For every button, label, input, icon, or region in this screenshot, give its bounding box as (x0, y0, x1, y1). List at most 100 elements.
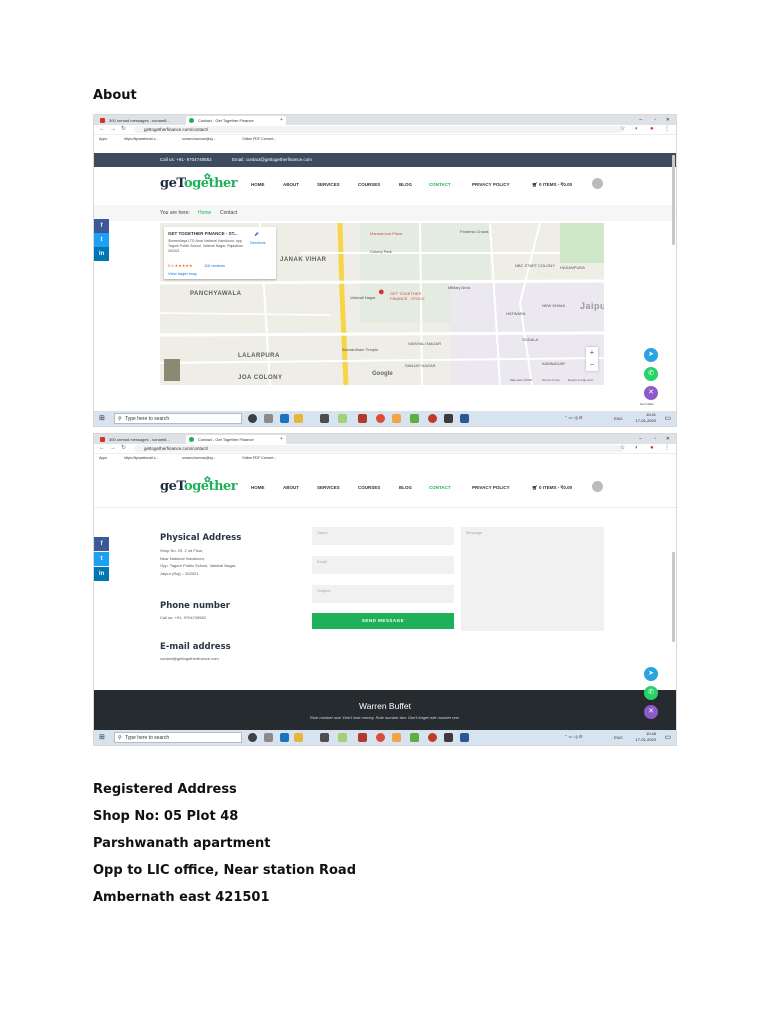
taskbar-app-icon[interactable] (410, 414, 419, 423)
language-indicator[interactable]: ENG (614, 735, 623, 740)
send-message-button[interactable]: SEND MESSAGE (312, 613, 454, 629)
menu-dots-icon[interactable]: ⋮ (664, 444, 670, 453)
new-tab-icon[interactable]: + (280, 434, 283, 444)
twitter-share-icon[interactable]: t (94, 552, 109, 566)
map-report-link[interactable]: Report a map error (568, 378, 593, 382)
bookmark-apps[interactable]: Apps (99, 135, 107, 143)
notification-icon[interactable]: ▭ (664, 414, 671, 422)
star-icon[interactable]: ☆ (620, 444, 625, 453)
word-icon[interactable] (460, 414, 469, 423)
page-scrollbar[interactable] (672, 155, 675, 245)
windows-start-icon[interactable]: ⊞ (99, 734, 105, 741)
message-field[interactable]: Message (461, 527, 604, 631)
taskbar-app-icon[interactable] (428, 733, 437, 742)
new-tab-icon[interactable]: + (280, 115, 283, 125)
minimize-icon[interactable]: – (639, 115, 642, 125)
nav-courses[interactable]: COURSES (358, 485, 380, 490)
taskbar-app-icon[interactable] (320, 733, 329, 742)
taskbar-search[interactable]: ⚲ Type here to search (114, 732, 242, 743)
taskbar-search[interactable]: ⚲ Type here to search (114, 413, 242, 424)
nav-contact[interactable]: CONTACT (429, 182, 451, 187)
map-terms-link[interactable]: Terms of Use (542, 378, 560, 382)
edge-icon[interactable] (280, 414, 289, 423)
star-icon[interactable]: ☆ (620, 125, 625, 134)
nav-blog[interactable]: BLOG (399, 182, 412, 187)
taskbar-app-icon[interactable] (320, 414, 329, 423)
site-logo[interactable]: geTogether ✿ (160, 171, 238, 191)
close-chat-icon[interactable]: ✕ (644, 705, 658, 719)
site-call[interactable]: Call us: +91- 9704749552 (160, 153, 212, 167)
system-tray-icons[interactable]: ⌃ ▭ ◁) ☰ (564, 734, 582, 739)
bookmark-sonam[interactable]: sonam.humvan@sy... (182, 135, 216, 143)
facebook-share-icon[interactable]: f (94, 537, 109, 551)
directions-icon[interactable]: ⬈ (254, 231, 259, 238)
taskbar-clock[interactable]: 10:41 17-01-2020 (636, 412, 656, 424)
search-icon[interactable] (592, 481, 603, 492)
chrome-icon[interactable] (376, 414, 385, 423)
name-field[interactable]: Name (312, 527, 454, 545)
subject-field[interactable]: Subject (312, 585, 454, 603)
close-window-icon[interactable]: ✕ (666, 434, 670, 444)
profile-icon[interactable]: ● (650, 125, 654, 134)
task-view-icon[interactable] (248, 733, 257, 742)
zoom-out-icon[interactable]: − (586, 359, 598, 371)
nav-about[interactable]: ABOUT (283, 182, 299, 187)
back-icon[interactable]: ← (99, 444, 105, 453)
linkedin-share-icon[interactable]: in (94, 567, 109, 581)
minimize-icon[interactable]: – (639, 434, 642, 444)
tab-contact[interactable]: Contact - Get Together Finance (186, 435, 286, 444)
taskbar-app-icon[interactable] (410, 733, 419, 742)
phone-text[interactable]: Call us: +91- 9704749552 (160, 614, 206, 622)
nav-contact[interactable]: CONTACT (429, 485, 451, 490)
facebook-share-icon[interactable]: f (94, 219, 109, 233)
file-explorer-icon[interactable] (294, 733, 303, 742)
nav-services[interactable]: SERVICES (317, 485, 340, 490)
bookmark-tipswebmail[interactable]: https://tipswebmail.c... (124, 135, 158, 143)
bookmark-apps[interactable]: Apps (99, 454, 107, 462)
chrome-icon[interactable] (376, 733, 385, 742)
email-field[interactable]: Email (312, 556, 454, 574)
map-reviews-link[interactable]: 116 reviews (204, 263, 225, 268)
cart-summary[interactable]: 🛒︎ 0 ITEMS - ₹0.00 (532, 485, 572, 491)
zoom-in-icon[interactable]: + (586, 347, 598, 359)
nav-about[interactable]: ABOUT (283, 485, 299, 490)
taskbar-app-icon[interactable] (392, 414, 401, 423)
system-tray-icons[interactable]: ⌃ ▭ ◁) ☰ (564, 415, 582, 420)
word-icon[interactable] (460, 733, 469, 742)
taskbar-app-icon[interactable] (338, 733, 347, 742)
nav-blog[interactable]: BLOG (399, 485, 412, 490)
twitter-share-icon[interactable]: t (94, 233, 109, 247)
taskbar-clock[interactable]: 10:46 17-01-2020 (636, 731, 656, 743)
telegram-icon[interactable]: ➤ (644, 348, 658, 362)
email-text[interactable]: contact@gettogetherfinance.com (160, 655, 219, 663)
taskbar-app-icon[interactable] (358, 414, 367, 423)
whatsapp-icon[interactable]: ✆ (644, 367, 658, 381)
url-field[interactable]: gettogetherfinance.com/contact/ (134, 126, 624, 133)
page-scrollbar[interactable] (672, 552, 675, 642)
bookmark-pdf[interactable]: Online PDF Convert... (242, 135, 276, 143)
language-indicator[interactable]: ENG (614, 416, 623, 421)
notification-icon[interactable]: ▭ (664, 733, 671, 741)
extension-icon[interactable]: ◐ (635, 125, 639, 134)
nav-privacy[interactable]: PRIVACY POLICY (472, 182, 510, 187)
close-chat-icon[interactable]: ✕ (644, 386, 658, 400)
whatsapp-icon[interactable]: ✆ (644, 686, 658, 700)
search-icon[interactable] (592, 178, 603, 189)
taskbar-app-icon[interactable] (264, 414, 273, 423)
close-window-icon[interactable]: ✕ (666, 115, 670, 125)
nav-privacy[interactable]: PRIVACY POLICY (472, 485, 510, 490)
bookmark-pdf[interactable]: Online PDF Convert... (242, 454, 276, 462)
nav-courses[interactable]: COURSES (358, 182, 380, 187)
task-view-icon[interactable] (248, 414, 257, 423)
site-email[interactable]: Email: contact@gettogetherfinance.com (232, 153, 312, 167)
tab-contact[interactable]: Contact - Get Together Finance (186, 116, 286, 125)
reload-icon[interactable]: ↻ (121, 444, 126, 453)
menu-dots-icon[interactable]: ⋮ (664, 125, 670, 134)
maximize-icon[interactable]: ▫ (654, 434, 656, 444)
calculator-icon[interactable] (444, 733, 453, 742)
taskbar-app-icon[interactable] (264, 733, 273, 742)
bookmark-sonam[interactable]: sonam.humvan@sy... (182, 454, 216, 462)
maximize-icon[interactable]: ▫ (654, 115, 656, 125)
file-explorer-icon[interactable] (294, 414, 303, 423)
windows-start-icon[interactable]: ⊞ (99, 415, 105, 422)
